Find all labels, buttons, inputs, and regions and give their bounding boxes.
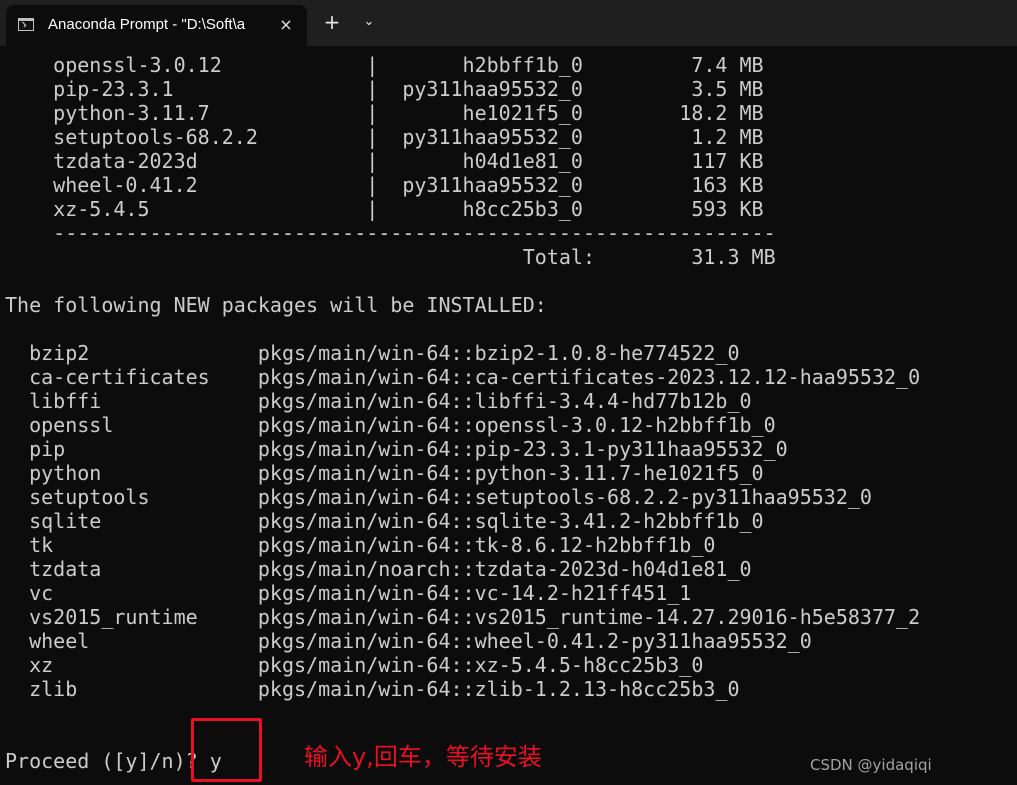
new-package-row: wheel pkgs/main/win-64::wheel-0.41.2-py3… bbox=[5, 629, 812, 653]
proceed-input-highlight bbox=[191, 718, 262, 782]
proceed-prompt[interactable]: Proceed ([y]/n)? y bbox=[5, 749, 222, 773]
new-tab-button[interactable]: + bbox=[318, 8, 346, 36]
csdn-watermark: CSDN @yidaqiqi bbox=[810, 756, 932, 774]
package-table-divider: ----------------------------------------… bbox=[5, 221, 776, 245]
total-size-line: Total: 31.3 MB bbox=[5, 245, 776, 269]
new-package-row: tk pkgs/main/win-64::tk-8.6.12-h2bbff1b_… bbox=[5, 533, 716, 557]
package-size-row: python-3.11.7 | he1021f5_0 18.2 MB bbox=[5, 101, 764, 125]
new-package-row: sqlite pkgs/main/win-64::sqlite-3.41.2-h… bbox=[5, 509, 764, 533]
chevron-down-icon[interactable]: ⌄ bbox=[355, 8, 383, 36]
new-package-row: ca-certificates pkgs/main/win-64::ca-cer… bbox=[5, 365, 921, 389]
new-package-row: tzdata pkgs/main/noarch::tzdata-2023d-h0… bbox=[5, 557, 752, 581]
new-package-row: vc pkgs/main/win-64::vc-14.2-h21ff451_1 bbox=[5, 581, 692, 605]
terminal-window: Anaconda Prompt - "D:\Soft\a × + ⌄ opens… bbox=[0, 0, 1017, 785]
install-heading: The following NEW packages will be INSTA… bbox=[5, 293, 547, 317]
tab-title: Anaconda Prompt - "D:\Soft\a bbox=[48, 16, 246, 33]
new-package-row: vs2015_runtime pkgs/main/win-64::vs2015_… bbox=[5, 605, 921, 629]
new-package-row: libffi pkgs/main/win-64::libffi-3.4.4-hd… bbox=[5, 389, 752, 413]
close-icon[interactable]: × bbox=[274, 13, 298, 37]
new-package-row: python pkgs/main/win-64::python-3.11.7-h… bbox=[5, 461, 764, 485]
new-package-row: xz pkgs/main/win-64::xz-5.4.5-h8cc25b3_0 bbox=[5, 653, 704, 677]
package-size-row: pip-23.3.1 | py311haa95532_0 3.5 MB bbox=[5, 77, 764, 101]
package-size-row: setuptools-68.2.2 | py311haa95532_0 1.2 … bbox=[5, 125, 764, 149]
new-package-row: bzip2 pkgs/main/win-64::bzip2-1.0.8-he77… bbox=[5, 341, 740, 365]
new-package-row: pip pkgs/main/win-64::pip-23.3.1-py311ha… bbox=[5, 437, 788, 461]
package-size-row: openssl-3.0.12 | h2bbff1b_0 7.4 MB bbox=[5, 53, 764, 77]
terminal-output[interactable]: openssl-3.0.12 | h2bbff1b_0 7.4 MB pip-2… bbox=[0, 46, 1017, 785]
package-size-row: xz-5.4.5 | h8cc25b3_0 593 KB bbox=[5, 197, 764, 221]
package-size-row: wheel-0.41.2 | py311haa95532_0 163 KB bbox=[5, 173, 764, 197]
installation-note: 输入y,回车，等待安装 bbox=[304, 743, 542, 771]
tab-bar: Anaconda Prompt - "D:\Soft\a × + ⌄ bbox=[0, 0, 1017, 46]
new-package-row: setuptools pkgs/main/win-64::setuptools-… bbox=[5, 485, 872, 509]
package-size-row: tzdata-2023d | h04d1e81_0 117 KB bbox=[5, 149, 764, 173]
new-package-row: zlib pkgs/main/win-64::zlib-1.2.13-h8cc2… bbox=[5, 677, 740, 701]
new-package-row: openssl pkgs/main/win-64::openssl-3.0.12… bbox=[5, 413, 776, 437]
active-tab[interactable]: Anaconda Prompt - "D:\Soft\a × bbox=[6, 5, 307, 46]
terminal-icon bbox=[18, 18, 34, 31]
